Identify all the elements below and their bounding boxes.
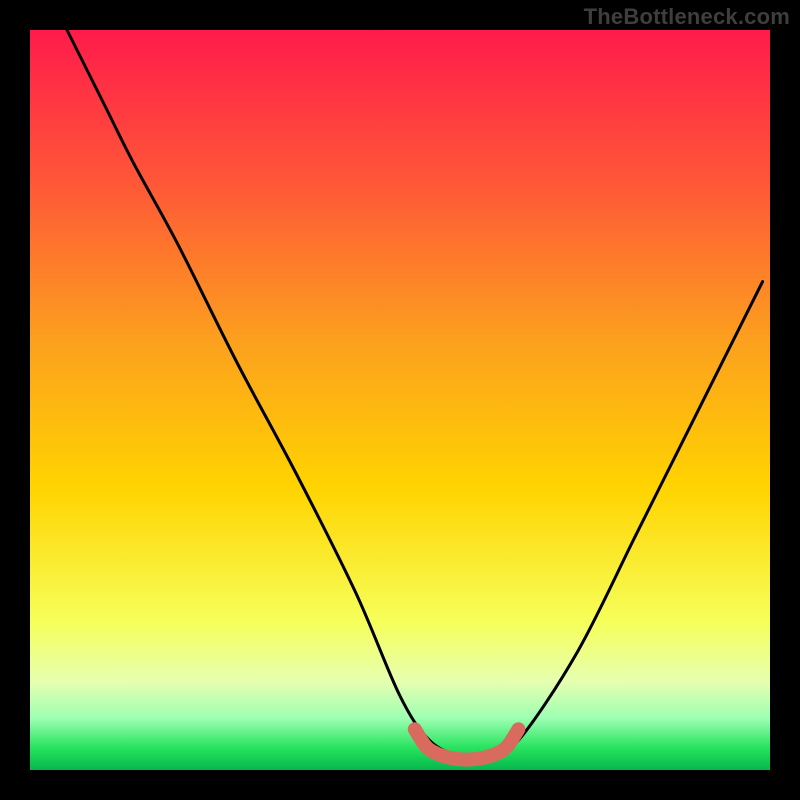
bottleneck-chart bbox=[0, 0, 800, 800]
watermark-text: TheBottleneck.com bbox=[584, 4, 790, 30]
chart-frame: TheBottleneck.com bbox=[0, 0, 800, 800]
plot-background bbox=[30, 30, 770, 770]
